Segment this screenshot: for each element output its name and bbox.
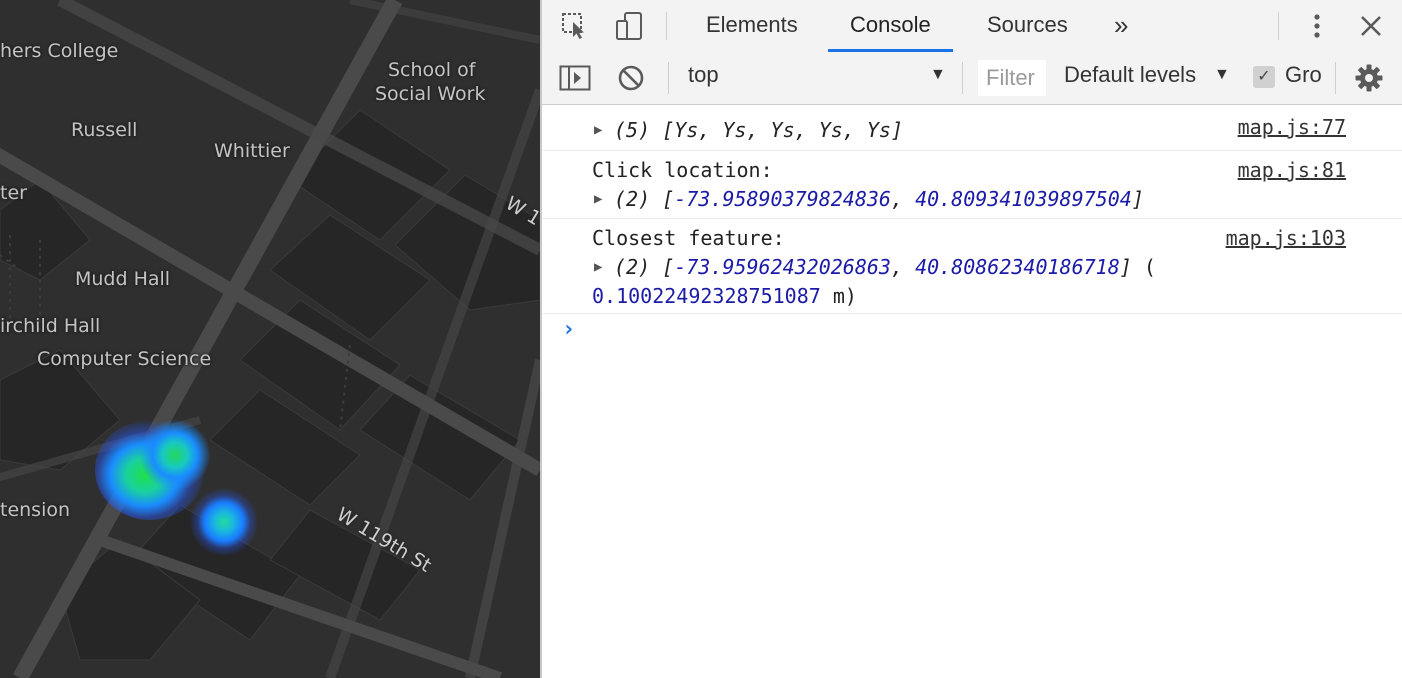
heatmap-blob bbox=[140, 420, 210, 490]
latitude-value: 40.809341039897504 bbox=[915, 187, 1132, 211]
array-count: (2) bbox=[614, 187, 651, 211]
sidebar-toggle-icon[interactable] bbox=[558, 62, 592, 94]
tab-elements[interactable]: Elements bbox=[684, 0, 820, 52]
console-value[interactable]: (5) [Ys, Ys, Ys, Ys, Ys] bbox=[614, 118, 903, 142]
map-label-school-social-work: School of bbox=[388, 59, 476, 81]
expand-triangle-icon[interactable]: ▶ bbox=[594, 191, 602, 207]
map-label-extension: tension bbox=[0, 499, 71, 521]
console-label: Closest feature: bbox=[592, 226, 785, 250]
expand-triangle-icon[interactable]: ▶ bbox=[594, 122, 602, 138]
latitude-value: 40.80862340186718 bbox=[915, 255, 1120, 279]
tab-sources[interactable]: Sources bbox=[965, 0, 1090, 52]
distance-value: 0.10022492328751087 bbox=[592, 284, 821, 308]
console-prompt-icon[interactable]: › bbox=[562, 317, 575, 342]
longitude-value: -73.95890379824836 bbox=[674, 187, 891, 211]
inspect-element-icon[interactable] bbox=[558, 10, 592, 42]
map-label-fairchild-hall: irchild Hall bbox=[0, 315, 101, 337]
array-count: (5) bbox=[614, 118, 651, 142]
device-toolbar-icon[interactable] bbox=[612, 10, 646, 42]
source-link[interactable]: map.js:103 bbox=[1226, 226, 1346, 250]
console-message: Closest feature: ▶ (2) [-73.959624320268… bbox=[542, 219, 1402, 314]
console-message: ▶ (5) [Ys, Ys, Ys, Ys, Ys] map.js:77 bbox=[542, 105, 1402, 151]
map-panel[interactable]: hers College School of Social Work Russe… bbox=[0, 0, 540, 678]
devtools-tabbar: Elements Console Sources » bbox=[542, 0, 1402, 53]
map-label-center: ter bbox=[0, 182, 27, 204]
close-icon[interactable] bbox=[1354, 10, 1388, 42]
filter-input[interactable]: Filter bbox=[978, 60, 1046, 96]
tab-console[interactable]: Console bbox=[828, 0, 953, 52]
log-levels-dropdown[interactable]: Default levels bbox=[1064, 62, 1196, 88]
context-selector[interactable]: top bbox=[688, 62, 719, 88]
kebab-menu-icon[interactable] bbox=[1300, 10, 1334, 42]
settings-gear-icon[interactable] bbox=[1352, 62, 1386, 94]
console-toolbar: top ▼ Filter Default levels ▼ ✓ Group si… bbox=[542, 52, 1402, 105]
console-message: Click location: ▶ (2) [-73.9589037982483… bbox=[542, 151, 1402, 219]
map-label-computer-science: Computer Science bbox=[37, 348, 212, 370]
expand-triangle-icon[interactable]: ▶ bbox=[594, 259, 602, 275]
group-similar-label: Group similar bbox=[1285, 62, 1321, 87]
map-label-whittier: Whittier bbox=[214, 140, 290, 162]
divider bbox=[668, 62, 669, 94]
source-link[interactable]: map.js:81 bbox=[1238, 158, 1346, 182]
chevron-down-icon[interactable]: ▼ bbox=[1214, 66, 1230, 84]
group-similar-checkbox[interactable]: ✓ bbox=[1253, 66, 1275, 88]
console-value[interactable]: (2) [-73.95890379824836, 40.809341039897… bbox=[614, 187, 1144, 211]
map-label-school-social-work-line2: Social Work bbox=[375, 83, 486, 105]
map-label-mudd-hall: Mudd Hall bbox=[75, 268, 171, 290]
divider bbox=[962, 62, 963, 94]
array-preview: [Ys, Ys, Ys, Ys, Ys] bbox=[662, 118, 903, 142]
distance-unit: m bbox=[832, 284, 845, 308]
map-label-russell: Russell bbox=[71, 119, 138, 141]
clear-console-icon[interactable] bbox=[614, 62, 648, 94]
distance-line: 0.10022492328751087 m) bbox=[592, 284, 857, 308]
source-link[interactable]: map.js:77 bbox=[1238, 115, 1346, 139]
console-label: Click location: bbox=[592, 158, 773, 182]
heatmap-blob bbox=[190, 488, 258, 556]
chevron-down-icon[interactable]: ▼ bbox=[930, 66, 946, 84]
divider bbox=[1335, 62, 1336, 94]
console-output: ▶ (5) [Ys, Ys, Ys, Ys, Ys] map.js:77 Cli… bbox=[542, 105, 1402, 342]
array-count: (2) bbox=[614, 255, 651, 279]
divider bbox=[666, 12, 667, 40]
map-label-teachers-college: hers College bbox=[0, 40, 119, 62]
longitude-value: -73.95962432026863 bbox=[674, 255, 891, 279]
console-value[interactable]: (2) [-73.95962432026863, 40.808623401867… bbox=[614, 255, 1156, 279]
more-tabs-icon[interactable]: » bbox=[1092, 0, 1150, 52]
devtools-panel: Elements Console Sources » top ▼ Filter … bbox=[540, 0, 1402, 678]
divider bbox=[1278, 12, 1279, 40]
